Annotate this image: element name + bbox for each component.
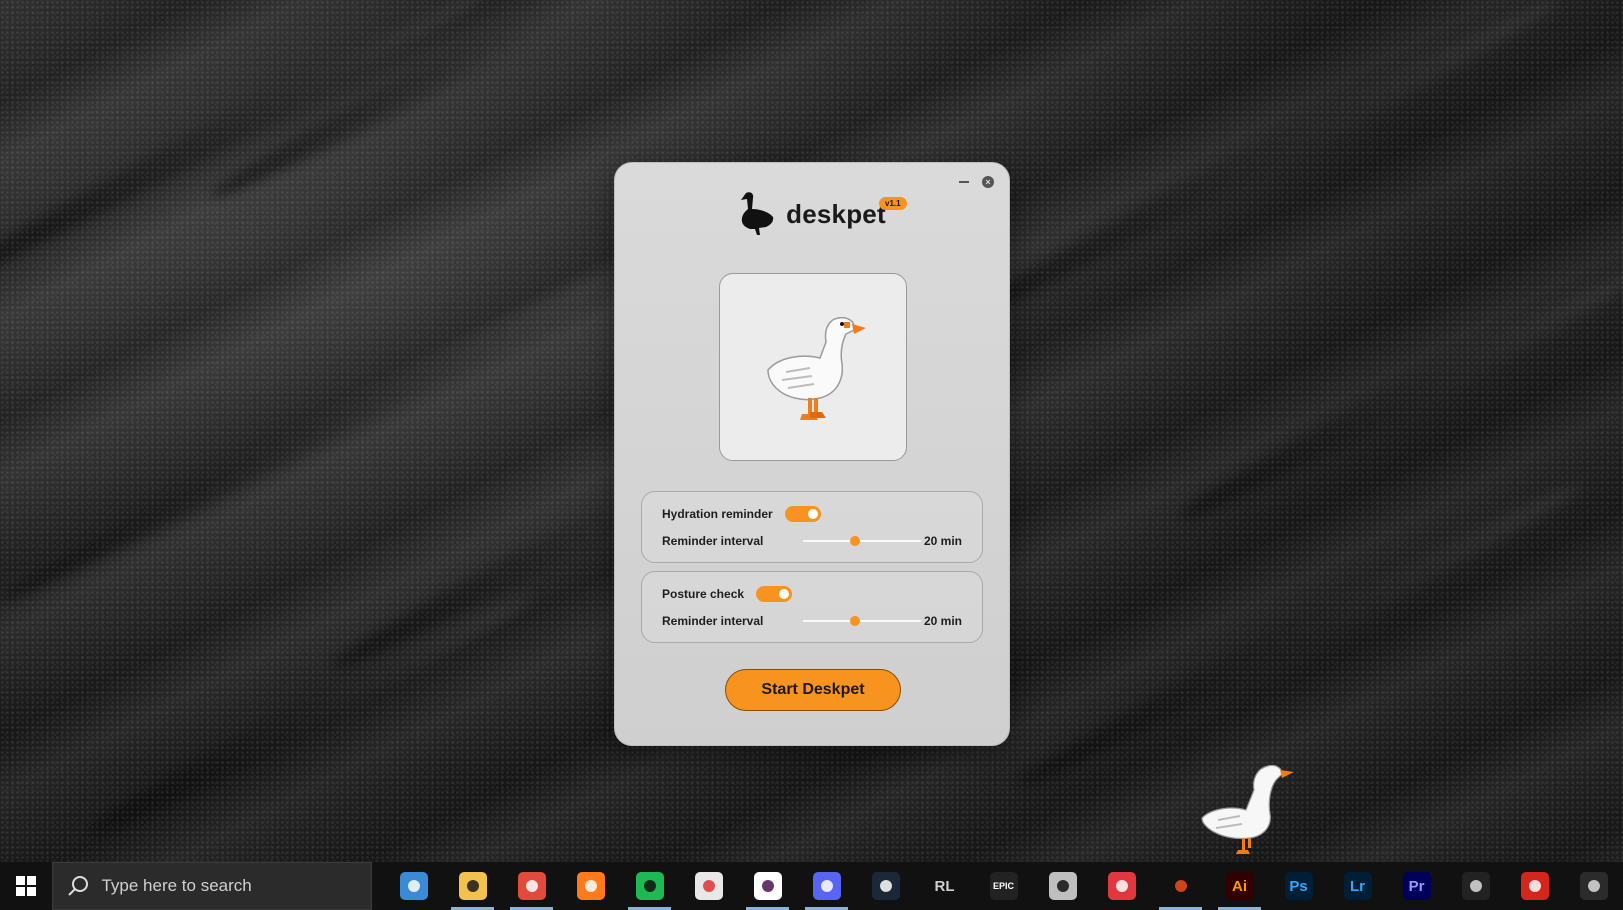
posture-interval-value: 20 min: [923, 614, 962, 628]
taskbar-app-steam[interactable]: [856, 862, 915, 910]
taskbar-app-firefox[interactable]: [561, 862, 620, 910]
terminal-icon: [1579, 872, 1608, 900]
start-button[interactable]: [0, 862, 52, 910]
hydration-toggle[interactable]: [784, 506, 821, 522]
taskbar-app-discord[interactable]: [797, 862, 856, 910]
taskbar-app-chrome[interactable]: [502, 862, 561, 910]
minimize-icon: [959, 181, 969, 183]
window-controls: ×: [957, 175, 995, 189]
taskbar: Type here to search RL EPIC Ai Ps Lr Pr: [0, 862, 1623, 910]
obs-icon: [1461, 872, 1490, 900]
close-icon: ×: [982, 176, 994, 188]
version-badge: v1.1: [879, 197, 907, 210]
desktop-goose-pet[interactable]: [1196, 758, 1306, 863]
taskbar-app-illustrator[interactable]: Ai: [1210, 862, 1269, 910]
close-button[interactable]: ×: [981, 175, 995, 189]
posture-toggle[interactable]: [756, 586, 793, 602]
hydration-settings-card: Hydration reminder Reminder interval 20 …: [641, 491, 983, 563]
taskbar-app-photoshop[interactable]: Ps: [1269, 862, 1328, 910]
minimize-button[interactable]: [957, 175, 971, 189]
premiere-icon: Pr: [1402, 872, 1431, 900]
taskbar-search[interactable]: Type here to search: [52, 862, 372, 910]
steam-icon: [871, 872, 900, 900]
deskpet-window: × deskpet v1.1 Hydration reminder Remind…: [614, 162, 1010, 746]
slider-track: [803, 540, 921, 542]
taskbar-app-obs[interactable]: [1446, 862, 1505, 910]
taskbar-app-control-panel[interactable]: [384, 862, 443, 910]
epic-games-icon: EPIC: [989, 872, 1018, 900]
taskbar-app-figma[interactable]: [1151, 862, 1210, 910]
toggle-knob: [779, 589, 790, 599]
taskbar-app-minecraft[interactable]: [1033, 862, 1092, 910]
taskbar-app-creative-cloud[interactable]: [1092, 862, 1151, 910]
acrobat-icon: [1520, 872, 1549, 900]
search-icon: [68, 876, 89, 896]
hydration-interval-value: 20 min: [923, 534, 962, 548]
spotify-icon: [635, 872, 664, 900]
control-panel-icon: [399, 872, 428, 900]
slack-icon: [753, 872, 782, 900]
taskbar-app-rl[interactable]: RL: [915, 862, 974, 910]
goose-sprite-icon: [1201, 764, 1294, 854]
search-placeholder: Type here to search: [101, 876, 252, 895]
lightroom-icon: Lr: [1343, 872, 1372, 900]
discord-icon: [812, 872, 841, 900]
taskbar-app-slack[interactable]: [738, 862, 797, 910]
start-deskpet-button[interactable]: Start Deskpet: [725, 669, 901, 711]
hydration-interval-label: Reminder interval: [662, 534, 764, 548]
taskbar-app-acrobat[interactable]: [1505, 862, 1564, 910]
figma-icon: [1166, 872, 1195, 900]
taskbar-app-premiere[interactable]: Pr: [1387, 862, 1446, 910]
minecraft-icon: [1048, 872, 1077, 900]
taskbar-app-spotify[interactable]: [620, 862, 679, 910]
slider-thumb[interactable]: [849, 536, 860, 546]
chrome-icon: [517, 872, 546, 900]
posture-interval-slider[interactable]: [803, 611, 921, 631]
file-explorer-icon: [458, 872, 487, 900]
creative-cloud-icon: [1107, 872, 1136, 900]
firefox-icon: [576, 872, 605, 900]
taskbar-app-epic-games[interactable]: EPIC: [974, 862, 1033, 910]
app-title: deskpet: [786, 198, 886, 229]
toggle-knob: [807, 509, 818, 519]
posture-settings-card: Posture check Reminder interval 20 min: [641, 571, 983, 643]
taskbar-app-file-explorer[interactable]: [443, 862, 502, 910]
slider-thumb[interactable]: [849, 616, 860, 626]
taskbar-app-davinci-resolve[interactable]: [679, 862, 738, 910]
windows-logo-icon: [16, 876, 37, 896]
taskbar-app-terminal[interactable]: [1564, 862, 1623, 910]
hydration-interval-slider[interactable]: [803, 531, 921, 551]
taskbar-app-icons: RL EPIC Ai Ps Lr Pr: [384, 862, 1623, 910]
posture-interval-label: Reminder interval: [662, 614, 764, 628]
app-header: deskpet: [615, 191, 1009, 237]
taskbar-app-lightroom[interactable]: Lr: [1328, 862, 1387, 910]
photoshop-icon: Ps: [1284, 872, 1313, 900]
posture-label: Posture check: [662, 587, 745, 601]
illustrator-icon: Ai: [1225, 872, 1254, 900]
goose-logo-icon: [738, 191, 776, 237]
pet-preview: [719, 273, 907, 461]
goose-sprite-icon: [767, 316, 866, 420]
davinci-resolve-icon: [694, 872, 723, 900]
slider-track: [803, 620, 921, 622]
hydration-label: Hydration reminder: [662, 507, 773, 521]
rl-icon: RL: [930, 872, 959, 900]
